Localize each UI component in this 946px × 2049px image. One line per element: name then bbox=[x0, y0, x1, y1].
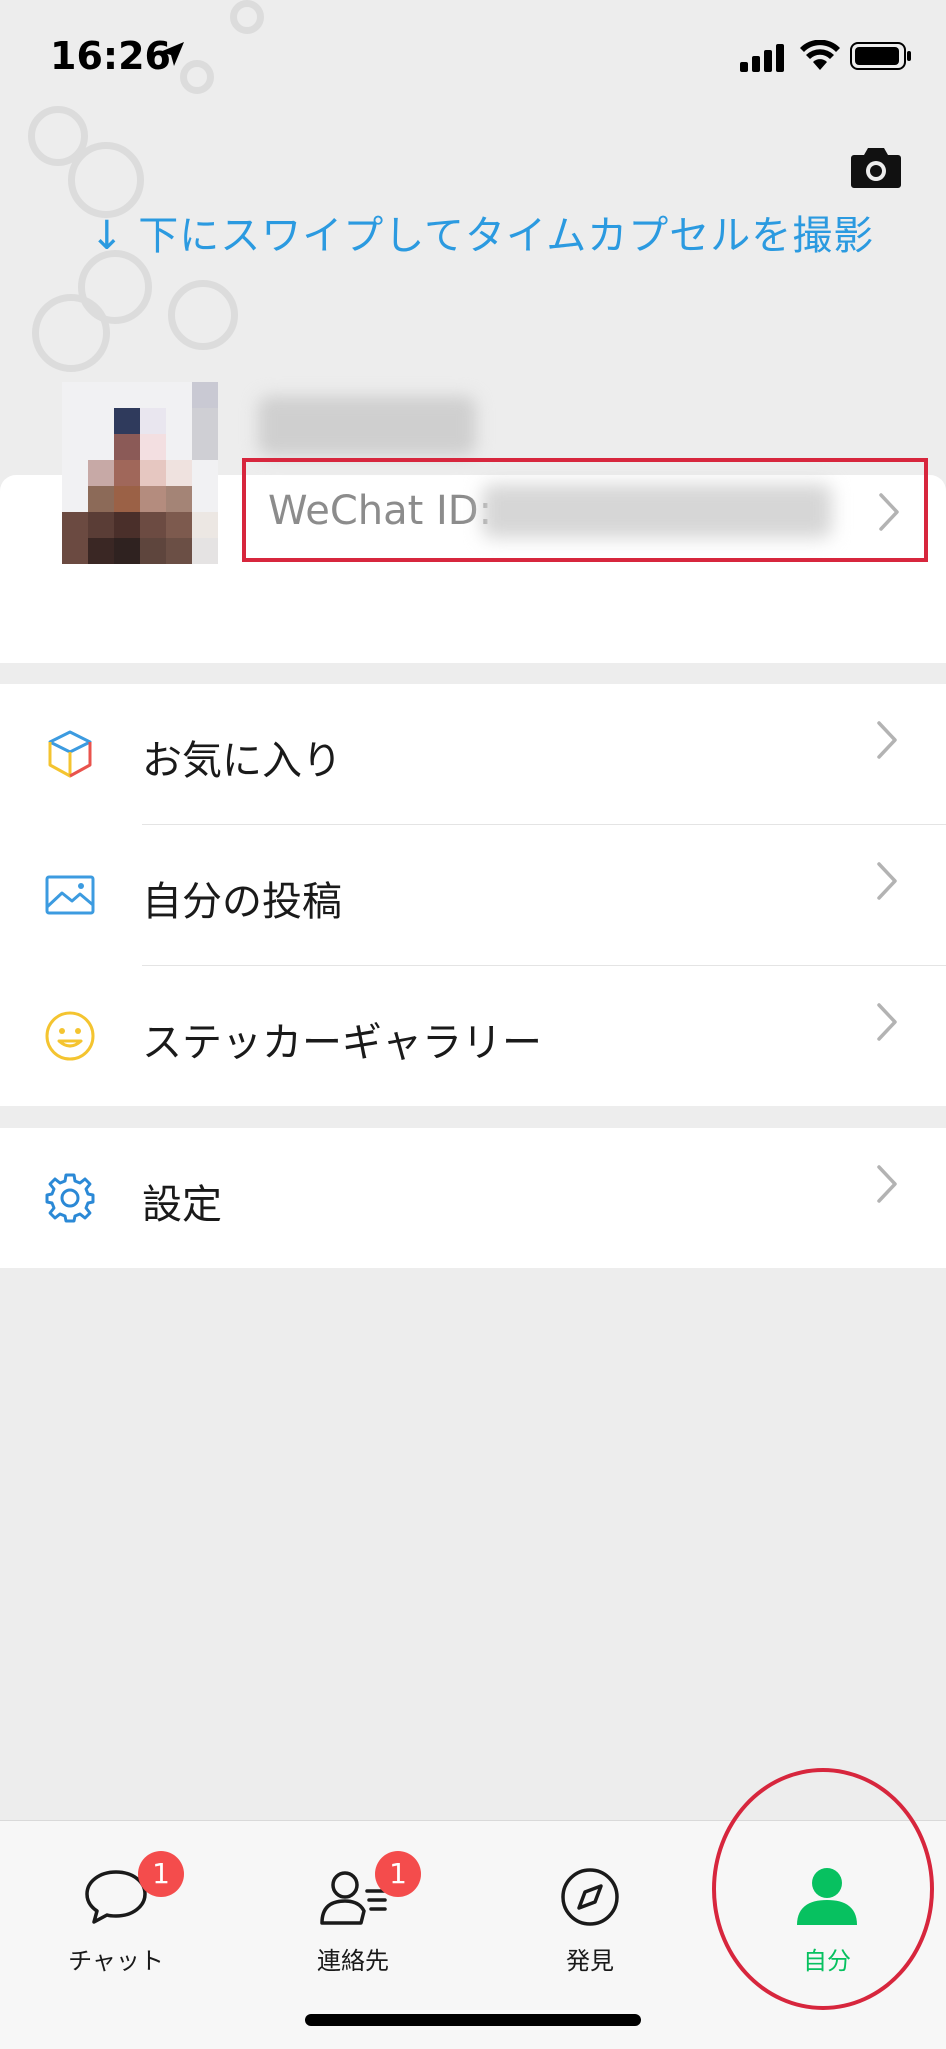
menu-item-my-posts[interactable]: 自分の投稿 bbox=[0, 825, 946, 965]
menu-section-main: お気に入り 自分の投稿 ステッカーギャラリー bbox=[0, 684, 946, 1106]
favorites-cube-icon bbox=[48, 730, 92, 778]
tab-chats[interactable]: 1 チャット bbox=[16, 1851, 216, 1975]
menu-item-settings[interactable]: 設定 bbox=[0, 1128, 946, 1268]
wifi-icon bbox=[800, 40, 840, 70]
location-arrow-icon bbox=[160, 42, 184, 66]
profile-name-redacted bbox=[258, 396, 476, 456]
decorative-bubble bbox=[168, 280, 238, 350]
decorative-bubble bbox=[230, 0, 264, 34]
highlight-annotation-circle bbox=[712, 1768, 934, 2010]
wechat-id-label: WeChat ID: bbox=[268, 488, 493, 534]
menu-item-label: 自分の投稿 bbox=[142, 879, 342, 925]
tab-discover[interactable]: 発見 bbox=[490, 1851, 690, 1975]
camera-icon[interactable] bbox=[850, 145, 902, 189]
chevron-right-icon bbox=[877, 1165, 897, 1203]
unread-badge: 1 bbox=[375, 1851, 421, 1897]
unread-badge: 1 bbox=[138, 1851, 184, 1897]
swipe-down-hint[interactable]: ↓ 下にスワイプしてタイムカプセルを撮影 bbox=[90, 203, 874, 261]
chevron-right-icon bbox=[877, 1003, 897, 1041]
battery-icon bbox=[850, 42, 911, 70]
avatar[interactable] bbox=[62, 382, 218, 564]
smiley-face-icon bbox=[45, 1011, 95, 1061]
tab-contacts[interactable]: 1 連絡先 bbox=[253, 1851, 453, 1975]
gear-icon bbox=[45, 1173, 95, 1223]
menu-item-label: お気に入り bbox=[142, 738, 342, 784]
menu-item-label: ステッカーギャラリー bbox=[142, 1020, 542, 1066]
compass-icon bbox=[561, 1868, 619, 1926]
menu-item-favorites[interactable]: お気に入り bbox=[0, 684, 946, 824]
decorative-bubble bbox=[78, 250, 152, 324]
decorative-bubble bbox=[180, 60, 214, 94]
photo-album-icon bbox=[45, 875, 95, 915]
menu-item-label: 設定 bbox=[142, 1182, 222, 1228]
cellular-signal-icon bbox=[740, 44, 784, 72]
menu-item-sticker-gallery[interactable]: ステッカーギャラリー bbox=[0, 966, 946, 1106]
status-time: 16:26 bbox=[50, 34, 171, 78]
chevron-right-icon bbox=[877, 862, 897, 900]
home-indicator[interactable] bbox=[305, 2014, 641, 2026]
wechat-id-redacted bbox=[482, 484, 832, 538]
chevron-right-icon bbox=[879, 493, 899, 531]
tab-label: チャット bbox=[68, 1947, 164, 1975]
tab-label: 発見 bbox=[566, 1947, 614, 1975]
tab-label: 連絡先 bbox=[317, 1947, 389, 1975]
menu-section-settings: 設定 bbox=[0, 1128, 946, 1268]
chevron-right-icon bbox=[877, 721, 897, 759]
